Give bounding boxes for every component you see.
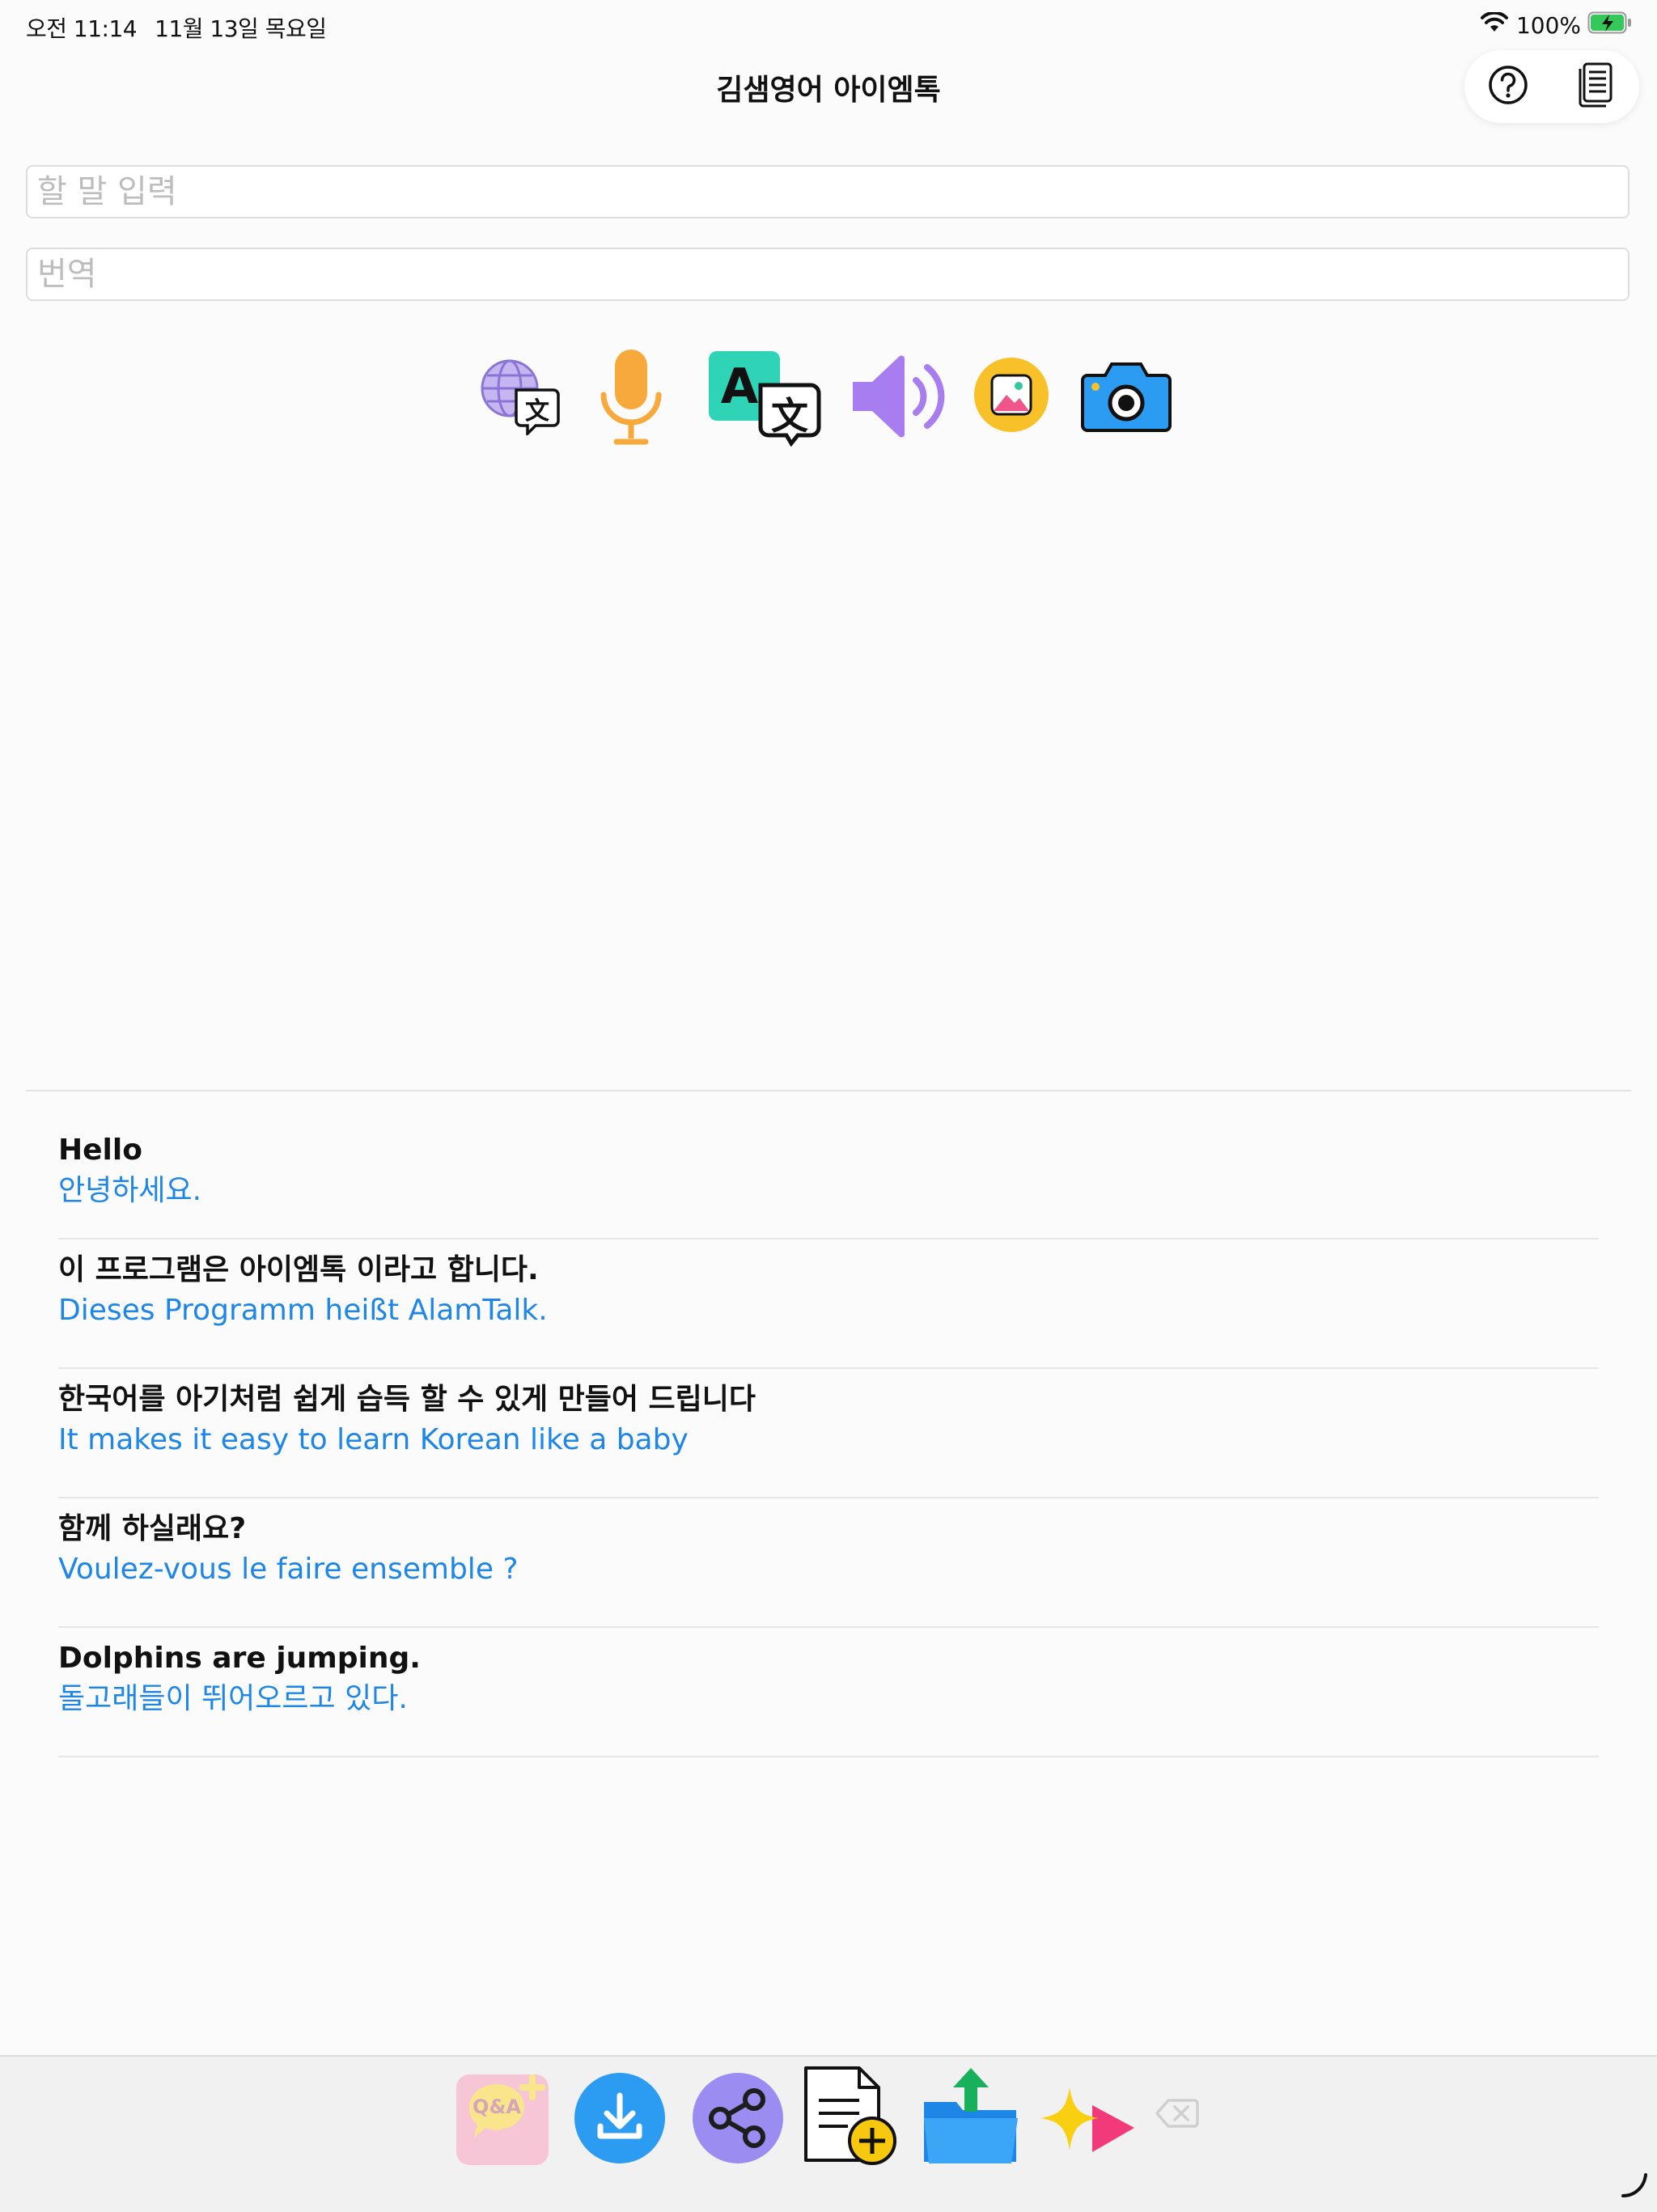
svg-text:文: 文: [771, 394, 808, 438]
notes-button[interactable]: [1571, 62, 1620, 111]
notes-icon: [1577, 62, 1614, 111]
phrase-list: Hello 안녕하세요. 이 프로그램은 아이엠톡 이라고 합니다. Diese…: [58, 1123, 1599, 1757]
phrase-translation: It makes it easy to learn Korean like a …: [58, 1423, 689, 1456]
download-button[interactable]: [573, 2073, 667, 2167]
battery-percent: 100%: [1515, 12, 1581, 39]
clear-icon: [1155, 2097, 1199, 2133]
phrase-source: 한국어를 아기처럼 쉽게 습득 할 수 있게 만들어 드립니다: [58, 1383, 756, 1416]
camera-icon: [1081, 358, 1172, 437]
svg-text:A: A: [721, 358, 759, 415]
microphone-button[interactable]: [595, 350, 667, 448]
status-time: 오전 11:14: [26, 15, 138, 42]
camera-button[interactable]: [1081, 359, 1172, 435]
share-icon: [691, 2071, 785, 2168]
photo-button[interactable]: [973, 358, 1050, 435]
phrase-translation: Voulez-vous le faire ensemble ?: [58, 1553, 519, 1586]
phrase-translation: 안녕하세요.: [58, 1174, 202, 1207]
clear-button[interactable]: [1155, 2099, 1199, 2131]
list-item[interactable]: 함께 하실래요? Voulez-vous le faire ensemble ?: [58, 1498, 1599, 1628]
sparkle-play-button[interactable]: [1040, 2073, 1138, 2167]
phrase-translation: 돌고래들이 뛰어오르고 있다.: [58, 1682, 408, 1715]
list-item[interactable]: Dolphins are jumping. 돌고래들이 뛰어오르고 있다.: [58, 1628, 1599, 1757]
status-date: 11월 13일 목요일: [155, 15, 327, 42]
phrase-source: Hello: [58, 1134, 142, 1167]
translate-icon: A 文: [707, 350, 822, 450]
qa-add-button[interactable]: Q&A: [455, 2073, 552, 2170]
language-select-button[interactable]: 文: [477, 358, 562, 439]
folder-upload-icon: [921, 2063, 1021, 2172]
phrase-source: 이 프로그램은 아이엠톡 이라고 합니다.: [58, 1253, 539, 1286]
translation-field[interactable]: [26, 248, 1629, 301]
action-toolbar: 文 A 文: [0, 346, 1657, 451]
sparkle-play-icon: [1040, 2071, 1138, 2168]
download-icon: [573, 2071, 667, 2168]
list-item[interactable]: 이 프로그램은 아이엠톡 이라고 합니다. Dieses Programm he…: [58, 1239, 1599, 1369]
bottom-toolbar: Q&A: [0, 2055, 1657, 2212]
resize-handle-icon[interactable]: [1620, 2170, 1649, 2202]
battery-charging-icon: [1587, 11, 1633, 40]
help-button[interactable]: [1484, 62, 1532, 111]
language-select-icon: 文: [477, 358, 562, 439]
folder-upload-button[interactable]: [921, 2065, 1021, 2170]
share-button[interactable]: [691, 2073, 785, 2167]
help-icon: [1487, 64, 1529, 109]
phrase-source: 함께 하실래요?: [58, 1512, 247, 1545]
photo-icon: [973, 356, 1050, 437]
nav-actions: [1464, 50, 1639, 123]
phrase-source: Dolphins are jumping.: [58, 1642, 421, 1675]
translate-button[interactable]: A 文: [707, 351, 822, 448]
list-item[interactable]: 한국어를 아기처럼 쉽게 습득 할 수 있게 만들어 드립니다 It makes…: [58, 1369, 1599, 1498]
new-document-button[interactable]: [803, 2066, 900, 2170]
status-left: 오전 11:14 11월 13일 목요일: [26, 11, 344, 44]
page-title: 김샘영어 아이엠톡: [716, 74, 941, 107]
speaker-button[interactable]: [850, 353, 947, 443]
speak-input[interactable]: [26, 165, 1629, 218]
status-right: 100%: [1480, 11, 1633, 40]
wifi-icon: [1480, 11, 1508, 39]
microphone-icon: [595, 348, 667, 450]
svg-text:文: 文: [525, 397, 549, 426]
phrase-translation: Dieses Programm heißt AlamTalk.: [58, 1294, 548, 1327]
new-document-icon: [803, 2065, 900, 2172]
speaker-icon: [850, 351, 947, 445]
section-divider: [26, 1090, 1631, 1091]
list-item[interactable]: Hello 안녕하세요.: [58, 1123, 1599, 1239]
qa-label: Q&A: [473, 2095, 521, 2118]
status-bar: 오전 11:14 11월 13일 목요일 100%: [0, 0, 1657, 50]
qa-add-icon: Q&A: [455, 2071, 552, 2172]
